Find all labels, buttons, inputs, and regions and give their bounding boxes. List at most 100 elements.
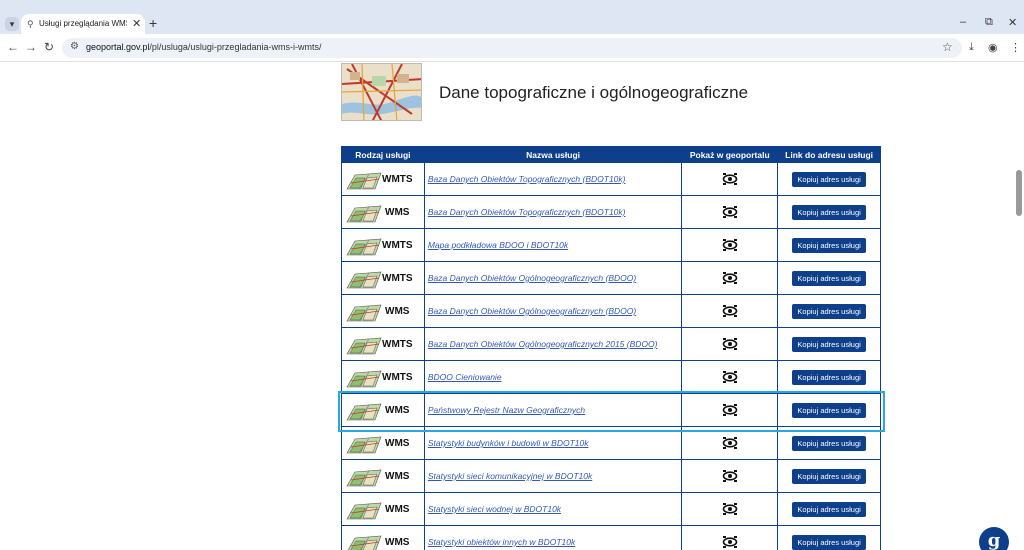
copy-link-cell: Kopiuj adres usługi — [777, 261, 881, 295]
url-host: geoportal.gov.pl — [86, 42, 150, 52]
copy-address-button[interactable]: Kopiuj adres usługi — [792, 171, 866, 187]
show-in-geoportal-cell — [681, 261, 779, 295]
download-icon[interactable]: ⤓ — [969, 41, 974, 54]
table-row: WMTS BDOO Cieniowanie Kopiuj adres usługi — [341, 360, 881, 394]
service-name-cell: BDOO Cieniowanie — [423, 360, 683, 394]
service-name-link[interactable]: Baza Danych Obiektów Topograficznych (BD… — [425, 174, 626, 184]
eye-icon[interactable] — [722, 173, 738, 185]
show-in-geoportal-cell — [681, 162, 779, 196]
table-row: WMS Statystyki sieci wodnej w BDOT10k Kopi… — [341, 492, 881, 526]
service-name-link[interactable]: BDOO Cieniowanie — [425, 372, 502, 382]
show-in-geoportal-cell — [681, 327, 779, 361]
geoportal-assistant-icon[interactable]: g — [979, 527, 1009, 550]
service-type-cell: WMTS — [341, 360, 425, 394]
copy-address-button[interactable]: Kopiuj adres usługi — [792, 369, 866, 385]
eye-icon[interactable] — [722, 470, 738, 482]
service-name-link[interactable]: Baza Danych Obiektów Ogólnogeograficznyc… — [425, 273, 636, 283]
show-in-geoportal-cell — [681, 228, 779, 262]
service-type-cell: WMS — [341, 195, 425, 229]
new-tab-icon[interactable]: + — [149, 15, 157, 31]
table-row: WMTS Baza Danych Obiektów Ogólnogeografic… — [341, 261, 881, 295]
tab-close-icon[interactable]: ✕ — [132, 17, 141, 30]
show-in-geoportal-cell — [681, 525, 779, 550]
show-in-geoportal-cell — [681, 492, 779, 526]
eye-icon[interactable] — [722, 536, 738, 548]
copy-address-button[interactable]: Kopiuj adres usługi — [792, 237, 866, 253]
url-path: /pl/usluga/uslugi-przegladania-wms-i-wmt… — [149, 42, 322, 52]
table-row: WMS Baza Danych Obiektów Topograficznych … — [341, 195, 881, 229]
service-type-cell: WMTS — [341, 327, 425, 361]
service-name-link[interactable]: Mapa podkładowa BDOO i BDOT10k — [425, 240, 568, 250]
service-type-cell: WMTS — [341, 261, 425, 295]
page-content: Dane topograficzne i ogólnogeograficzne … — [0, 62, 1024, 550]
service-type-label: WMTS — [382, 174, 413, 185]
copy-link-cell: Kopiuj adres usługi — [777, 492, 881, 526]
bookmark-star-icon[interactable]: ☆ — [942, 40, 953, 54]
browser-tab-bar: ▾ ⚲ Usługi przeglądania WMS i WM ✕ + – ⧉… — [0, 0, 1024, 34]
eye-icon[interactable] — [722, 338, 738, 350]
eye-icon[interactable] — [722, 371, 738, 383]
service-name-cell: Baza Danych Obiektów Ogólnogeograficznyc… — [423, 294, 683, 328]
service-name-link[interactable]: Statystyki sieci wodnej w BDOT10k — [425, 504, 561, 514]
service-type-label: WMS — [385, 207, 410, 218]
menu-kebab-icon[interactable]: ⋮ — [1010, 41, 1021, 54]
site-favicon-icon: ⚲ — [27, 19, 34, 29]
service-name-link[interactable]: Statystyki obiektów innych w BDOT10k — [425, 537, 575, 547]
section-title: Dane topograficzne i ogólnogeograficzne — [439, 83, 749, 102]
service-name-link[interactable]: Baza Danych Obiektów Ogólnogeograficznyc… — [425, 339, 658, 349]
service-name-cell: Statystyki sieci komunikacyjnej w BDOT10… — [423, 459, 683, 493]
site-info-icon[interactable]: ⚙ — [70, 41, 79, 52]
service-type-label: WMS — [385, 504, 410, 515]
back-arrow-icon[interactable]: ← — [7, 40, 19, 54]
browser-toolbar: ← → ↻ ⚙ geoportal.gov.pl/pl/usluga/uslug… — [0, 34, 1024, 62]
address-bar[interactable]: ⚙ geoportal.gov.pl/pl/usluga/uslugi-prze… — [62, 38, 962, 58]
forward-arrow-icon[interactable]: → — [25, 40, 37, 54]
section-map-thumbnail — [341, 63, 422, 121]
copy-address-button[interactable]: Kopiuj adres usługi — [792, 270, 866, 286]
eye-icon[interactable] — [722, 272, 738, 284]
table-row: WMS Baza Danych Obiektów Ogólnogeograficz… — [341, 294, 881, 328]
copy-address-button[interactable]: Kopiuj adres usługi — [792, 336, 866, 352]
header-service-name: Nazwa usługi — [423, 146, 683, 163]
copy-address-button[interactable]: Kopiuj adres usługi — [792, 303, 866, 319]
eye-icon[interactable] — [722, 437, 738, 449]
table-row: WMTS Baza Danych Obiektów Topograficznych… — [341, 162, 881, 196]
eye-icon[interactable] — [722, 206, 738, 218]
reload-icon[interactable]: ↻ — [44, 40, 54, 54]
service-name-link[interactable]: Baza Danych Obiektów Topograficznych (BD… — [425, 207, 626, 217]
service-name-link[interactable]: Statystyki sieci komunikacyjnej w BDOT10… — [425, 471, 592, 481]
copy-link-cell: Kopiuj adres usługi — [777, 294, 881, 328]
copy-link-cell: Kopiuj adres usługi — [777, 327, 881, 361]
minimize-icon[interactable]: – — [960, 16, 966, 28]
service-name-cell: Baza Danych Obiektów Topograficznych (BD… — [423, 162, 683, 196]
service-name-cell: Baza Danych Obiektów Ogólnogeograficznyc… — [423, 261, 683, 295]
profile-icon[interactable]: ◉ — [988, 41, 998, 54]
copy-link-cell: Kopiuj adres usługi — [777, 459, 881, 493]
copy-address-button[interactable]: Kopiuj adres usługi — [792, 501, 866, 517]
service-type-label: WMTS — [382, 273, 413, 284]
eye-icon[interactable] — [722, 503, 738, 515]
tab-search-chevron-icon[interactable]: ▾ — [5, 17, 19, 31]
copy-link-cell: Kopiuj adres usługi — [777, 228, 881, 262]
browser-tab[interactable]: ⚲ Usługi przeglądania WMS i WM ✕ — [21, 14, 145, 34]
table-row: WMTS Baza Danych Obiektów Ogólnogeografic… — [341, 327, 881, 361]
restore-icon[interactable]: ⧉ — [985, 16, 993, 29]
copy-address-button[interactable]: Kopiuj adres usługi — [792, 468, 866, 484]
table-header-row: Rodzaj usługi Nazwa usługi Pokaż w geopo… — [341, 146, 881, 163]
copy-address-button[interactable]: Kopiuj adres usługi — [792, 435, 866, 451]
service-type-cell: WMS — [341, 294, 425, 328]
tab-title: Usługi przeglądania WMS i WM — [39, 19, 127, 28]
service-name-cell: Statystyki sieci wodnej w BDOT10k — [423, 492, 683, 526]
page-scrollbar-thumb[interactable] — [1016, 170, 1022, 216]
service-name-cell: Mapa podkładowa BDOO i BDOT10k — [423, 228, 683, 262]
copy-address-button[interactable]: Kopiuj adres usługi — [792, 534, 866, 550]
service-type-cell: WMTS — [341, 162, 425, 196]
window-close-icon[interactable]: ✕ — [1008, 16, 1017, 29]
service-name-link[interactable]: Baza Danych Obiektów Ogólnogeograficznyc… — [425, 306, 636, 316]
service-type-cell: WMS — [341, 525, 425, 550]
eye-icon[interactable] — [722, 239, 738, 251]
copy-address-button[interactable]: Kopiuj adres usługi — [792, 204, 866, 220]
table-row: WMS Statystyki sieci komunikacyjnej w BDO… — [341, 459, 881, 493]
eye-icon[interactable] — [722, 305, 738, 317]
service-name-link[interactable]: Statystyki budynków i budowli w BDOT10k — [425, 438, 589, 448]
